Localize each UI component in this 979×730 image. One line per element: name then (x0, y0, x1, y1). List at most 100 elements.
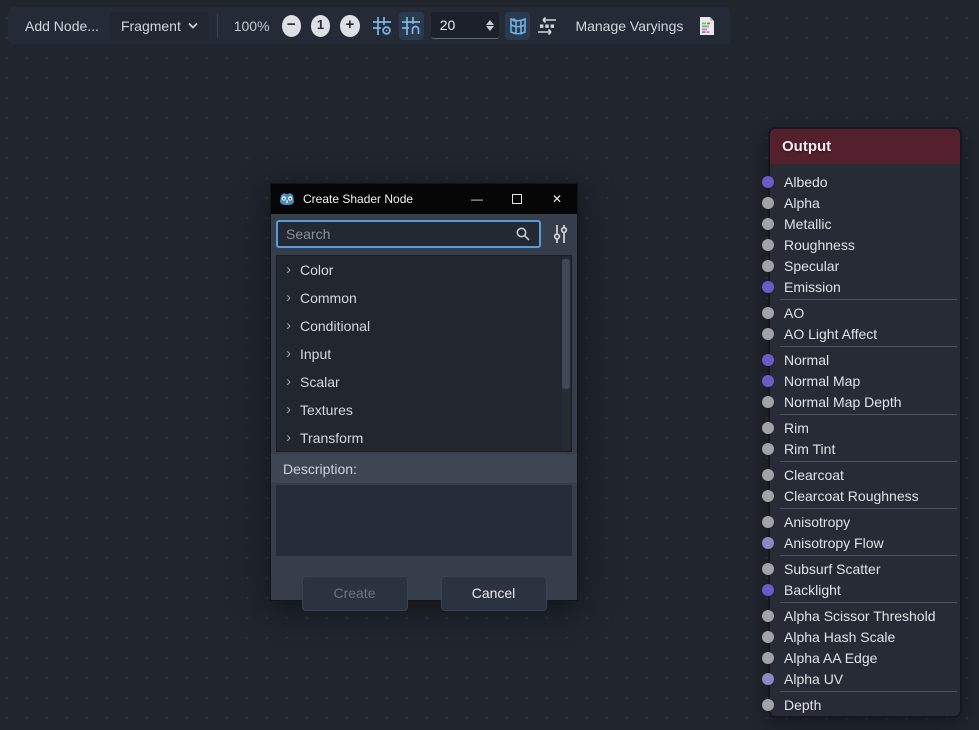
tree-item-label: Input (300, 346, 331, 362)
maximize-icon (512, 194, 522, 204)
toolbar-separator (217, 14, 218, 38)
spin-up-icon[interactable] (486, 20, 494, 25)
tree-item-label: Scalar (300, 374, 340, 390)
output-port-row: Normal Map (770, 370, 960, 391)
tree-item-scalar[interactable]: › Scalar (277, 368, 571, 396)
snap-toggle-button[interactable] (399, 12, 424, 40)
port-connection-dot[interactable] (762, 563, 774, 575)
tree-item-transform[interactable]: › Transform (277, 424, 571, 452)
port-connection-dot[interactable] (762, 490, 774, 502)
port-group: Subsurf ScatterBacklight (770, 558, 960, 600)
port-connection-dot[interactable] (762, 537, 774, 549)
port-connection-dot[interactable] (762, 652, 774, 664)
zoom-reset-button[interactable]: 1 (311, 15, 330, 37)
port-connection-dot[interactable] (762, 281, 774, 293)
port-label: Albedo (784, 174, 828, 190)
mesh-grid-icon (507, 15, 529, 37)
minimize-button[interactable]: — (457, 184, 497, 214)
manage-varyings-button[interactable]: Manage Varyings (564, 12, 694, 40)
output-node-title: Output (782, 138, 831, 155)
shader-stage-label: Fragment (121, 18, 181, 34)
port-label: Normal Map (784, 373, 860, 389)
port-connection-dot[interactable] (762, 422, 774, 434)
snap-distance-value: 20 (431, 17, 487, 33)
output-port-row: Alpha UV (770, 668, 960, 689)
chevron-right-icon[interactable]: › (286, 375, 291, 389)
description-text-area (276, 485, 572, 556)
port-connection-dot[interactable] (762, 631, 774, 643)
tree-item-textures[interactable]: ›Textures (277, 396, 571, 424)
spinbox-stepper[interactable] (486, 20, 499, 31)
port-label: Alpha (784, 195, 820, 211)
port-group: Alpha Scissor ThresholdAlpha Hash ScaleA… (770, 605, 960, 689)
port-connection-dot[interactable] (762, 307, 774, 319)
maximize-button[interactable] (497, 184, 537, 214)
port-connection-dot[interactable] (762, 396, 774, 408)
output-port-row: Anisotropy Flow (770, 532, 960, 553)
tree-item-label: Transform (300, 430, 363, 446)
preview-shader-toggle[interactable] (505, 12, 530, 40)
output-node-header[interactable]: Output (770, 129, 960, 164)
snap-settings-button[interactable] (370, 12, 395, 40)
output-node[interactable]: Output AlbedoAlphaMetallicRoughnessSpecu… (768, 127, 962, 718)
shader-stage-dropdown[interactable]: Fragment (110, 12, 209, 40)
port-connection-dot[interactable] (762, 260, 774, 272)
port-connection-dot[interactable] (762, 176, 774, 188)
dialog-button-row: Create Cancel (271, 556, 577, 630)
grid-settings-icon (371, 15, 393, 37)
toggle-description-button[interactable] (535, 12, 560, 40)
shader-graph-canvas[interactable]: { "toolbar": { "add_node_label": "Add No… (0, 0, 979, 730)
chevron-right-icon[interactable]: › (286, 347, 291, 361)
zoom-in-button[interactable]: + (340, 15, 359, 37)
port-connection-dot[interactable] (762, 328, 774, 340)
output-port-row: Normal Map Depth (770, 391, 960, 412)
chevron-right-icon[interactable]: › (286, 431, 291, 445)
arrange-sliders-icon (535, 14, 559, 38)
shader-file-button[interactable] (694, 12, 719, 40)
port-connection-dot[interactable] (762, 443, 774, 455)
port-connection-dot[interactable] (762, 218, 774, 230)
spin-down-icon[interactable] (486, 26, 494, 31)
chevron-right-icon[interactable]: › (286, 319, 291, 333)
port-connection-dot[interactable] (762, 673, 774, 685)
zoom-out-button[interactable]: − (282, 15, 301, 37)
chevron-right-icon[interactable]: › (286, 291, 291, 305)
search-icon (515, 226, 531, 242)
port-connection-dot[interactable] (762, 699, 774, 711)
port-connection-dot[interactable] (762, 610, 774, 622)
tree-item-input[interactable]: › Input (277, 340, 571, 368)
search-input[interactable]: Search (276, 220, 541, 248)
output-port-row: Specular (770, 255, 960, 276)
filter-button[interactable] (548, 223, 572, 245)
port-connection-dot[interactable] (762, 375, 774, 387)
output-port-row: AO Light Affect (770, 323, 960, 344)
port-label: Backlight (784, 582, 841, 598)
port-label: Emission (784, 279, 841, 295)
port-label: Alpha Hash Scale (784, 629, 895, 645)
chevron-right-icon[interactable]: › (286, 403, 291, 417)
category-tree[interactable]: ›Color›Common›Conditional›Input›Scalar›T… (276, 255, 572, 452)
tree-item-common[interactable]: ›Common (277, 284, 571, 312)
port-connection-dot[interactable] (762, 354, 774, 366)
chevron-right-icon[interactable]: › (286, 263, 291, 277)
snap-distance-spinbox[interactable]: 20 (431, 12, 500, 39)
port-connection-dot[interactable] (762, 516, 774, 528)
port-group: RimRim Tint (770, 417, 960, 459)
tree-scrollbar[interactable] (562, 257, 570, 450)
port-connection-dot[interactable] (762, 469, 774, 481)
port-label: Rim Tint (784, 441, 835, 457)
add-node-button[interactable]: Add Node... (14, 12, 110, 40)
create-button[interactable]: Create (302, 576, 408, 611)
port-connection-dot[interactable] (762, 239, 774, 251)
tree-item-conditional[interactable]: ›Conditional (277, 312, 571, 340)
description-label: Description: (271, 461, 357, 477)
port-label: Alpha UV (784, 671, 843, 687)
port-connection-dot[interactable] (762, 584, 774, 596)
port-label: AO Light Affect (784, 326, 877, 342)
close-button[interactable]: ✕ (537, 184, 577, 214)
cancel-button[interactable]: Cancel (441, 576, 547, 611)
tree-item-color[interactable]: ›Color (277, 256, 571, 284)
dialog-titlebar[interactable]: Create Shader Node — ✕ (271, 184, 577, 214)
scrollbar-thumb[interactable] (562, 259, 570, 389)
port-connection-dot[interactable] (762, 197, 774, 209)
